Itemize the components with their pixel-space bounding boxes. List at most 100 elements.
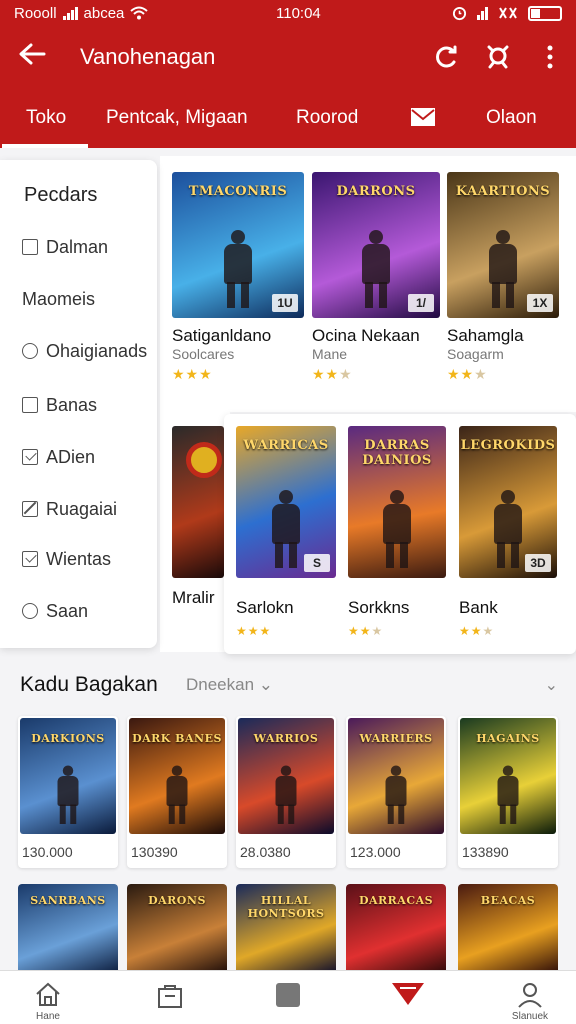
product-tile[interactable]: BEACAS	[458, 884, 558, 974]
nav-home[interactable]: Hane	[8, 971, 88, 1024]
cover-title: WARRIOS	[253, 732, 319, 745]
tag-icon	[392, 983, 424, 1005]
page-title: Vanohenagan	[80, 44, 216, 69]
game-card[interactable]: TMACONRIS 1U Satiganldano Soolcares ★★★	[172, 172, 304, 388]
product-price: 133890	[462, 844, 509, 860]
hero-figure	[161, 765, 194, 824]
arrow-left-icon	[19, 43, 46, 65]
cover-title: DARRACAS	[358, 894, 434, 907]
network-icon	[499, 7, 517, 19]
refresh-button[interactable]	[420, 44, 472, 70]
game-cover: DARRONS 1/	[312, 172, 440, 318]
game-cover: WARRIOS	[238, 718, 334, 834]
square-icon	[276, 983, 300, 1007]
hero-figure	[264, 490, 308, 568]
nav-profile[interactable]: Slanuek	[490, 971, 570, 1024]
game-card[interactable]: DARRAS DAINIOS Sorkkns ★★★	[348, 426, 446, 642]
hero-figure	[216, 230, 260, 308]
age-badge: 1U	[272, 294, 298, 312]
game-cover: BEACAS	[458, 884, 558, 974]
nav-bag[interactable]	[130, 971, 210, 1024]
nav-tag[interactable]	[368, 971, 448, 1024]
hero-figure	[354, 230, 398, 308]
hero-figure	[380, 765, 413, 824]
square-icon	[22, 239, 38, 255]
cover-title: LEGROKIDS	[460, 438, 556, 453]
battery-icon	[528, 5, 562, 21]
cover-title: BEACAS	[480, 894, 536, 907]
status-time: 110:04	[276, 4, 321, 22]
menu-item[interactable]: Saan	[22, 596, 88, 626]
game-cover: DARONS	[127, 884, 227, 974]
tab-label: Pentcak, Migaan	[106, 107, 248, 128]
product-tile[interactable]: DARRACAS	[346, 884, 446, 974]
tab-roorod[interactable]: Roorod	[296, 88, 358, 148]
tab-olaon[interactable]: Olaon	[486, 88, 537, 148]
product-price: 130390	[131, 844, 178, 860]
product-tile[interactable]: HAGAINS 133890	[458, 716, 558, 868]
game-cover: DARRAS DAINIOS	[348, 426, 446, 578]
game-cover: DARRACAS	[346, 884, 446, 974]
game-publisher: Soolcares	[172, 346, 235, 362]
product-tile[interactable]: DARKIONS 130.000	[18, 716, 118, 868]
product-tile[interactable]: WARRIOS 28.0380	[236, 716, 336, 868]
tab-pentcak[interactable]: Pentcak, Migaan	[106, 88, 248, 148]
product-tile[interactable]: DARK BANES 130390	[127, 716, 227, 868]
menu-item[interactable]: Dalman	[22, 232, 108, 262]
product-tile[interactable]: WARRIERS 123.000	[346, 716, 446, 868]
back-button[interactable]	[0, 42, 64, 72]
menu-item[interactable]: ADien	[22, 442, 95, 472]
game-name: Sorkkns	[348, 598, 410, 617]
game-cover: TMACONRIS 1U	[172, 172, 304, 318]
search-button[interactable]	[472, 44, 524, 70]
product-tile[interactable]: DARONS	[127, 884, 227, 974]
age-badge: 3D	[525, 554, 551, 572]
game-card[interactable]: WARRICAS S Sarlokn ★★★	[236, 426, 336, 642]
menu-item[interactable]: Ohaigianads	[22, 336, 147, 366]
game-card[interactable]: KAARTIONS 1X Sahamgla Soagarm ★★★	[447, 172, 559, 388]
game-card[interactable]: LEGROKIDS 3D Bank ★★★	[459, 426, 557, 642]
status-bar: Roooll abcea 110:04	[0, 0, 576, 26]
signal-icon	[477, 6, 488, 20]
nav-square[interactable]	[248, 971, 328, 1024]
menu-item[interactable]: Wientas	[22, 544, 111, 574]
menu-item-label: Dalman	[46, 236, 109, 257]
cover-title: HILLAL HONTSORS	[247, 894, 325, 920]
product-price: 130.000	[22, 844, 73, 860]
game-card[interactable]: Mralir	[172, 426, 224, 626]
bottom-nav: Hane Slanuek	[0, 970, 576, 1024]
product-price: 123.000	[350, 844, 401, 860]
product-tile[interactable]: HILLAL HONTSORS	[236, 884, 336, 974]
age-badge: S	[304, 554, 330, 572]
rating-stars: ★★★	[459, 624, 495, 638]
game-name: Satiganldano	[172, 326, 272, 345]
carrier-extra: abcea	[83, 4, 125, 22]
menu-item-label: Maomeis	[22, 288, 96, 309]
game-cover: DARK BANES	[129, 718, 225, 834]
expand-button[interactable]: ⌄	[545, 675, 558, 695]
section-title: Kadu Bagakan	[20, 673, 158, 696]
cover-title: HAGAINS	[476, 732, 540, 745]
tab-mail[interactable]	[410, 88, 436, 148]
product-tile[interactable]: SANRBANS	[18, 884, 118, 974]
more-button[interactable]	[524, 45, 576, 69]
menu-item[interactable]: Maomeis	[22, 284, 95, 314]
game-cover: SANRBANS	[18, 884, 118, 974]
menu-item[interactable]: Ruagaiai	[22, 494, 117, 524]
sort-dropdown[interactable]: Dneekan ⌄	[186, 675, 273, 695]
alarm-icon	[452, 6, 467, 20]
game-card[interactable]: DARRONS 1/ Ocina Nekaan Mane ★★★	[312, 172, 440, 388]
tab-toko[interactable]: Toko	[1, 88, 89, 148]
wifi-icon	[130, 6, 149, 20]
menu-item[interactable]: Banas	[22, 390, 97, 420]
app-screen: Roooll abcea 110:04 Vanohenagan Toko Pen…	[0, 0, 576, 1024]
cover-title: WARRICAS	[243, 438, 329, 453]
square-icon	[22, 397, 38, 413]
more-vertical-icon	[547, 45, 553, 69]
hero-figure	[492, 765, 525, 824]
tab-label: Olaon	[486, 107, 537, 128]
category-menu: Pecdars Dalman Maomeis Ohaigianads Banas…	[0, 160, 157, 648]
game-cover: WARRICAS S	[236, 426, 336, 578]
bag-icon	[158, 985, 182, 1008]
nav-label: Slanuek	[511, 1011, 549, 1022]
